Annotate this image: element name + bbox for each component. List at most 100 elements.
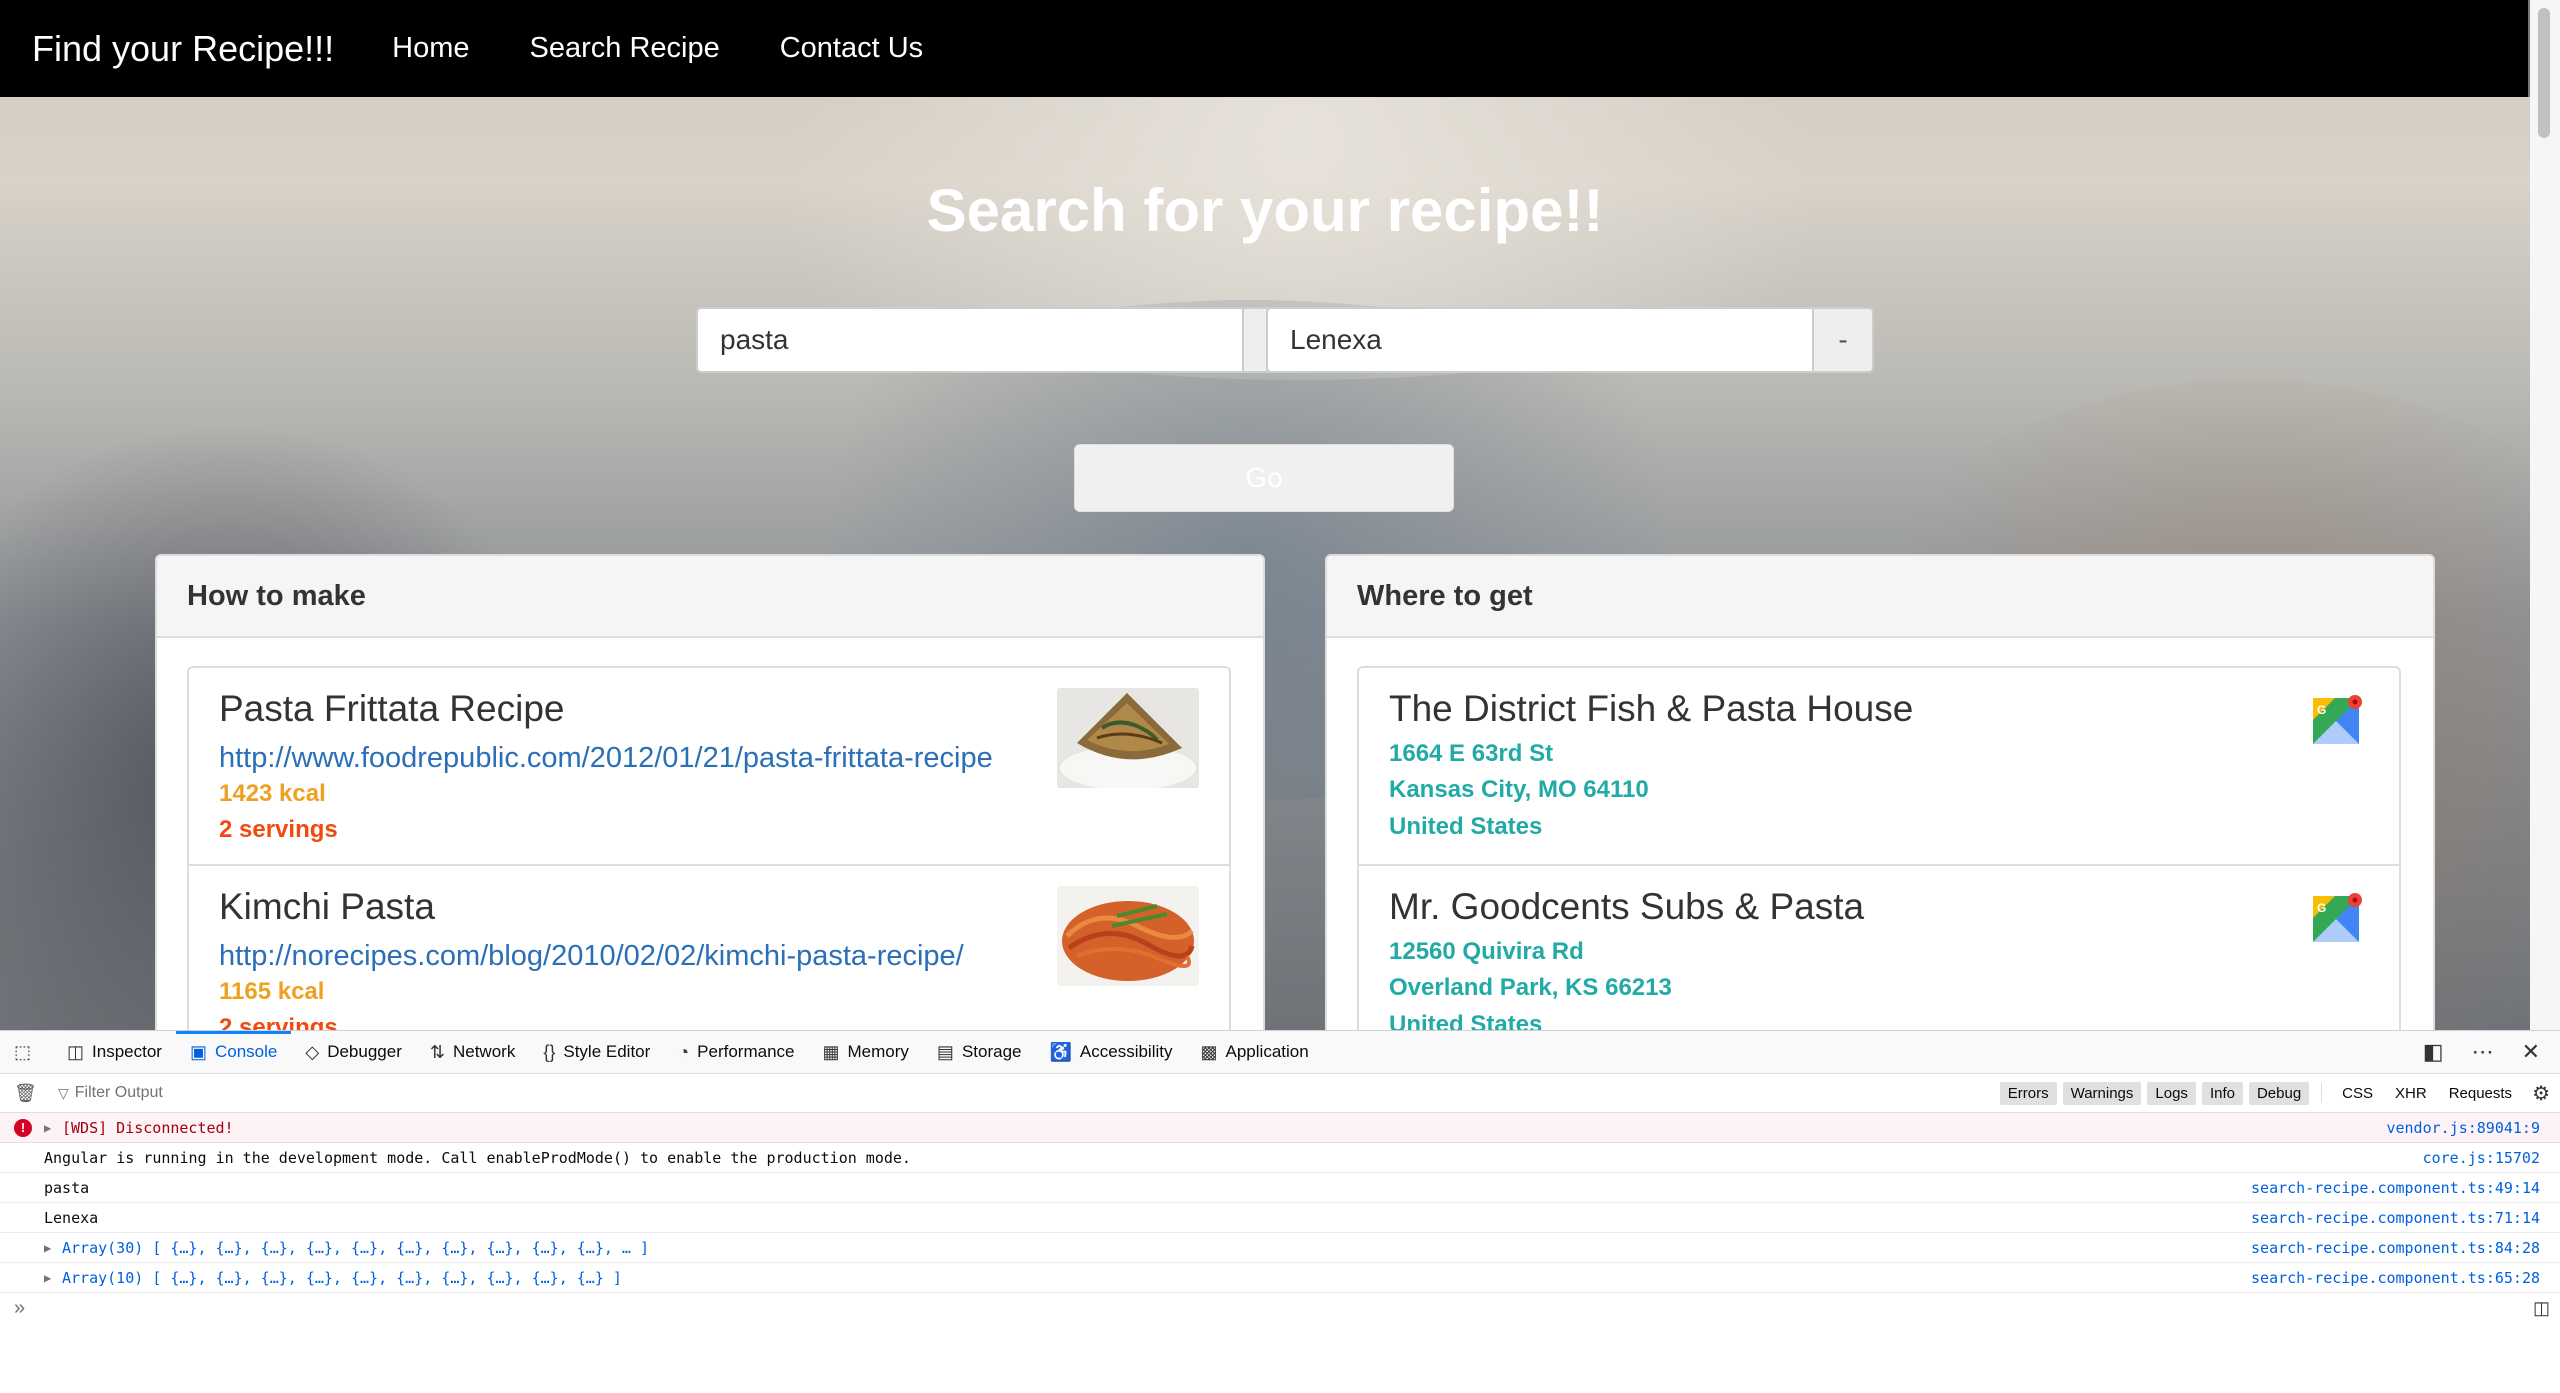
recipe-title: Kimchi Pasta xyxy=(219,886,435,927)
recipe-kcal: 1165 kcal xyxy=(219,978,325,1005)
log-row: Angular is running in the development mo… xyxy=(0,1143,2560,1173)
tab-accessibility[interactable]: ♿ Accessibility xyxy=(1035,1031,1186,1073)
recipe-link[interactable]: http://norecipes.com/blog/2010/02/02/kim… xyxy=(219,940,964,973)
tab-label: Performance xyxy=(697,1042,795,1061)
restaurant-city: Overland Park, KS 66213 xyxy=(1389,974,1672,1001)
inspector-icon: ◫ xyxy=(67,1041,85,1062)
dock-side-icon[interactable]: ◧ xyxy=(2423,1039,2444,1065)
log-source-link[interactable]: search-recipe.component.ts:49:14 xyxy=(2251,1179,2540,1197)
memory-icon: ▦ xyxy=(822,1041,840,1062)
recipe-title: Pasta Frittata Recipe xyxy=(219,688,565,729)
element-picker-icon: ⬚ xyxy=(14,1041,32,1062)
log-source-link[interactable]: search-recipe.component.ts:65:28 xyxy=(2251,1269,2540,1287)
filter-info[interactable]: Info xyxy=(2201,1081,2243,1105)
svg-text:G: G xyxy=(2317,703,2326,717)
scrollbar-thumb[interactable] xyxy=(2538,8,2550,138)
tab-label: Storage xyxy=(961,1042,1022,1061)
tab-console[interactable]: ▣ Console xyxy=(175,1031,292,1073)
restaurant-country: United States xyxy=(1389,1011,1543,1030)
location-search-addon[interactable]: - xyxy=(1812,307,1874,373)
page-area: Find your Recipe!!! Home Search Recipe C… xyxy=(0,0,2530,1030)
tab-label: Debugger xyxy=(327,1042,402,1061)
recipe-servings: 2 servings xyxy=(219,1014,338,1030)
recipe-search-input[interactable] xyxy=(696,307,1242,373)
go-button[interactable]: Go xyxy=(1074,444,1454,512)
svg-text:G: G xyxy=(2317,901,2326,915)
recipe-item: Pasta Frittata Recipe http://www.foodrep… xyxy=(187,666,1231,866)
filter-css[interactable]: CSS xyxy=(2334,1082,2381,1105)
recipe-link[interactable]: http://www.foodrepublic.com/2012/01/21/p… xyxy=(219,742,993,775)
expand-caret-icon[interactable]: ▶ xyxy=(44,1121,51,1135)
recipe-list: Pasta Frittata Recipe http://www.foodrep… xyxy=(187,666,1231,1030)
tab-label: Console xyxy=(214,1042,278,1061)
nav-home-link[interactable]: Home xyxy=(392,32,469,65)
editor-mode-icon[interactable]: ◫ xyxy=(2533,1298,2550,1319)
trash-icon[interactable]: 🗑 xyxy=(14,1083,37,1104)
log-source-link[interactable]: search-recipe.component.ts:71:14 xyxy=(2251,1209,2540,1227)
navbar: Find your Recipe!!! Home Search Recipe C… xyxy=(0,0,2530,97)
tab-network[interactable]: ⇅ Network xyxy=(416,1031,529,1073)
restaurant-item: The District Fish & Pasta House 1664 E 6… xyxy=(1357,666,2401,866)
log-source-link[interactable]: vendor.js:89041:9 xyxy=(2386,1119,2540,1137)
filter-logs[interactable]: Logs xyxy=(2147,1081,2196,1105)
tab-performance[interactable]: ◔ Performance xyxy=(664,1031,808,1073)
tab-inspector[interactable]: ◫ Inspector xyxy=(53,1031,176,1073)
array-label: Array(30) xyxy=(62,1238,144,1257)
filter-errors[interactable]: Errors xyxy=(1999,1081,2057,1105)
settings-gear-icon[interactable]: ⚙ xyxy=(2532,1081,2550,1106)
where-to-get-heading: Where to get xyxy=(1327,556,2433,638)
nav-search-recipe-link[interactable]: Search Recipe xyxy=(530,32,720,65)
more-options-icon[interactable]: ⋯ xyxy=(2472,1039,2494,1065)
restaurant-name: The District Fish & Pasta House xyxy=(1389,688,1914,729)
restaurant-item: Mr. Goodcents Subs & Pasta 12560 Quivira… xyxy=(1357,864,2401,1030)
network-icon: ⇅ xyxy=(429,1041,445,1062)
devtools-tab-bar: ⬚ ◫ Inspector ▣ Console ◇ Debugger ⇅ Network… xyxy=(0,1031,2560,1074)
log-row-array[interactable]: ▶ Array(30) [ {…}, {…}, {…}, {…}, {…}, {… xyxy=(0,1233,2560,1263)
restaurant-street: 12560 Quivira Rd xyxy=(1389,938,1584,965)
tab-memory[interactable]: ▦ Memory xyxy=(809,1031,923,1073)
tab-application[interactable]: ▩ Application xyxy=(1187,1031,1323,1073)
array-preview: [ {…}, {…}, {…}, {…}, {…}, {…}, {…}, {…}… xyxy=(152,1268,622,1287)
restaurant-country: United States xyxy=(1389,813,1543,840)
log-source-link[interactable]: core.js:15702 xyxy=(2423,1149,2540,1167)
filter-xhr[interactable]: XHR xyxy=(2387,1082,2435,1105)
log-message: Angular is running in the development mo… xyxy=(44,1148,911,1167)
style-editor-icon: {} xyxy=(543,1041,556,1062)
filter-output[interactable]: ▽ Filter Output xyxy=(58,1084,163,1102)
google-maps-icon[interactable]: G xyxy=(2313,892,2363,942)
filter-requests[interactable]: Requests xyxy=(2441,1082,2520,1105)
location-search-input[interactable] xyxy=(1266,307,1812,373)
tab-debugger[interactable]: ◇ Debugger xyxy=(291,1031,416,1073)
page-scrollbar[interactable] xyxy=(2530,0,2560,1030)
console-input[interactable]: » ◫ xyxy=(0,1293,2560,1323)
log-row-error: ! ▶ [WDS] Disconnected! vendor.js:89041:… xyxy=(0,1113,2560,1143)
log-row: Lenexa search-recipe.component.ts:71:14 xyxy=(0,1203,2560,1233)
error-icon: ! xyxy=(14,1118,32,1137)
array-label: Array(10) xyxy=(62,1268,144,1287)
recipe-search-group: - xyxy=(696,307,1304,373)
array-preview: [ {…}, {…}, {…}, {…}, {…}, {…}, {…}, {…}… xyxy=(152,1238,650,1257)
accessibility-icon: ♿ xyxy=(1049,1041,1072,1062)
tab-style-editor[interactable]: {} Style Editor xyxy=(529,1031,664,1073)
filter-warnings[interactable]: Warnings xyxy=(2062,1081,2142,1105)
log-row-array[interactable]: ▶ Array(10) [ {…}, {…}, {…}, {…}, {…}, {… xyxy=(0,1263,2560,1293)
nav-contact-us-link[interactable]: Contact Us xyxy=(780,32,923,65)
how-to-make-heading: How to make xyxy=(157,556,1263,638)
log-source-link[interactable]: search-recipe.component.ts:84:28 xyxy=(2251,1239,2540,1257)
restaurant-list: The District Fish & Pasta House 1664 E 6… xyxy=(1357,666,2401,1030)
google-maps-icon[interactable]: G xyxy=(2313,694,2363,744)
filter-debug[interactable]: Debug xyxy=(2248,1081,2310,1105)
location-search-group: - xyxy=(1266,307,1874,373)
expand-caret-icon[interactable]: ▶ xyxy=(44,1271,51,1285)
prompt-icon: » xyxy=(14,1296,26,1319)
tab-storage[interactable]: ▤ Storage xyxy=(923,1031,1036,1073)
close-icon[interactable]: ✕ xyxy=(2522,1039,2540,1065)
page-title: Search for your recipe!! xyxy=(926,177,1604,244)
log-message: [WDS] Disconnected! xyxy=(62,1118,234,1137)
element-picker-button[interactable]: ⬚ xyxy=(0,1031,53,1073)
brand-link[interactable]: Find your Recipe!!! xyxy=(32,28,334,70)
expand-caret-icon[interactable]: ▶ xyxy=(44,1241,51,1255)
debugger-icon: ◇ xyxy=(305,1041,320,1062)
console-output: ! ▶ [WDS] Disconnected! vendor.js:89041:… xyxy=(0,1113,2560,1293)
devtools-window-controls: ◧ ⋯ ✕ xyxy=(2423,1039,2560,1065)
